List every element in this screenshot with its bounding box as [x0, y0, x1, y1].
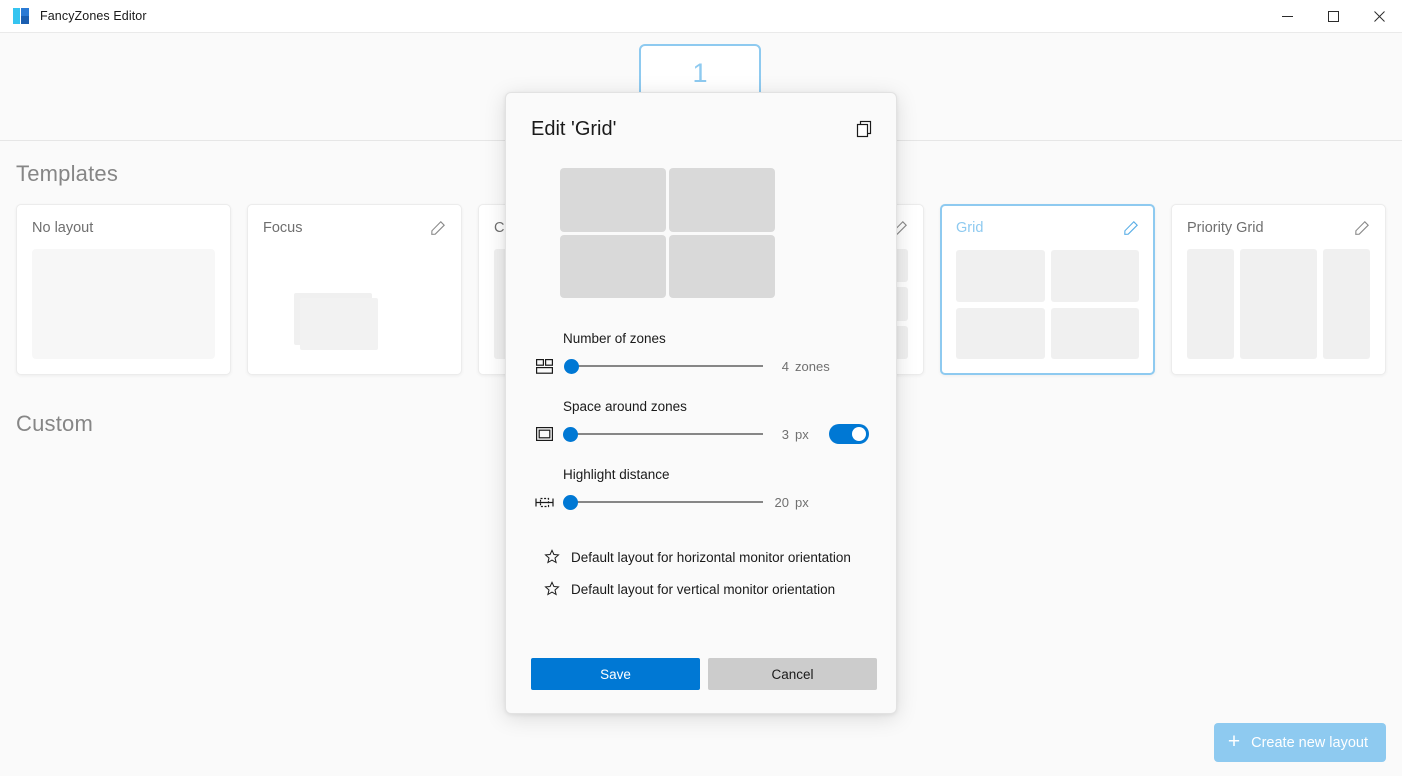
default-horizontal-option[interactable]: Default layout for horizontal monitor or… [506, 541, 896, 573]
dialog-sliders: Number of zones 4 zones Space around zon… [506, 331, 896, 535]
edit-pencil-icon[interactable] [1122, 220, 1139, 237]
slider-unit: zones [795, 358, 830, 374]
slider-label: Space around zones [563, 399, 687, 414]
fancyzones-icon [13, 8, 29, 24]
layout-card-label: No layout [32, 220, 94, 236]
slider-row: 4 zones [506, 355, 896, 377]
layout-card-label: Priority Grid [1187, 220, 1264, 236]
edit-pencil-icon[interactable] [1353, 220, 1370, 237]
save-button[interactable]: Save [531, 658, 700, 690]
slider-track-number-of-zones[interactable] [563, 355, 763, 377]
plus-icon: + [1227, 730, 1241, 753]
dialog-default-options: Default layout for horizontal monitor or… [506, 541, 896, 605]
default-horizontal-label: Default layout for horizontal monitor or… [571, 549, 851, 565]
card-header: Grid [956, 218, 1139, 238]
default-vertical-label: Default layout for vertical monitor orie… [571, 581, 836, 597]
star-icon [544, 580, 561, 598]
layout-card-focus[interactable]: Focus [247, 204, 462, 375]
window-title: FancyZones Editor [40, 9, 147, 23]
window-controls [1264, 0, 1402, 33]
layout-preview [956, 250, 1139, 359]
dialog-buttons: Save Cancel [531, 658, 877, 690]
close-icon[interactable] [1356, 0, 1402, 33]
duplicate-icon[interactable] [855, 120, 873, 138]
zone-cell [560, 234, 666, 298]
layout-card-label: Focus [263, 220, 303, 236]
space-around-zones-toggle[interactable] [828, 424, 869, 444]
zone-cell [669, 168, 775, 232]
card-header: Priority Grid [1187, 218, 1370, 238]
create-new-layout-button[interactable]: + Create new layout [1213, 723, 1386, 762]
maximize-icon[interactable] [1310, 0, 1356, 33]
star-icon [544, 548, 561, 566]
slider-unit: px [795, 494, 809, 510]
fancyzones-editor-window: FancyZones Editor 1 3000 x 2000 Template… [0, 0, 1402, 776]
monitor-number: 1 [692, 58, 708, 88]
highlight-distance-icon [533, 491, 555, 513]
layout-card-grid[interactable]: Grid [940, 204, 1155, 375]
slider-value: 4 [781, 358, 789, 374]
layout-preview [1187, 249, 1370, 359]
slider-value: 20 [774, 494, 789, 510]
titlebar: FancyZones Editor [0, 0, 1402, 33]
dialog-header: Edit 'Grid' [506, 93, 896, 165]
slider-track-highlight-distance[interactable] [563, 491, 763, 513]
slider-label: Number of zones [563, 331, 666, 346]
layout-preview [32, 249, 215, 359]
layout-card-priority-grid[interactable]: Priority Grid [1171, 204, 1386, 375]
edit-layout-dialog: Edit 'Grid' Number of zones 4 zones Spac… [505, 92, 897, 714]
templates-section-title: Templates [16, 161, 119, 186]
edit-pencil-icon[interactable] [429, 220, 446, 237]
layout-card-label: Grid [956, 220, 984, 236]
slider-track-space-around-zones[interactable] [563, 423, 763, 445]
slider-row: 3 px [506, 423, 896, 445]
dialog-zone-preview [560, 168, 775, 298]
card-header: No layout [32, 218, 215, 238]
zone-cell [560, 168, 666, 232]
slider-label: Highlight distance [563, 467, 670, 482]
default-vertical-option[interactable]: Default layout for vertical monitor orie… [506, 573, 896, 605]
custom-section-title: Custom [16, 411, 93, 436]
slider-group-space-around-zones: Space around zones 3 px [506, 399, 896, 445]
slider-unit: px [795, 426, 809, 442]
zone-spacing-icon [533, 423, 555, 445]
dialog-title: Edit 'Grid' [531, 117, 617, 140]
create-new-layout-label: Create new layout [1251, 734, 1368, 751]
slider-row: 20 px [506, 491, 896, 513]
slider-group-number-of-zones: Number of zones 4 zones [506, 331, 896, 377]
layout-card-no-layout[interactable]: No layout [16, 204, 231, 375]
zone-cell [669, 234, 775, 298]
zones-grid-icon [533, 355, 555, 377]
cancel-button[interactable]: Cancel [708, 658, 877, 690]
minimize-icon[interactable] [1264, 0, 1310, 33]
slider-group-highlight-distance: Highlight distance 20 px [506, 467, 896, 513]
card-header: Focus [263, 218, 446, 238]
slider-value: 3 [781, 426, 789, 442]
